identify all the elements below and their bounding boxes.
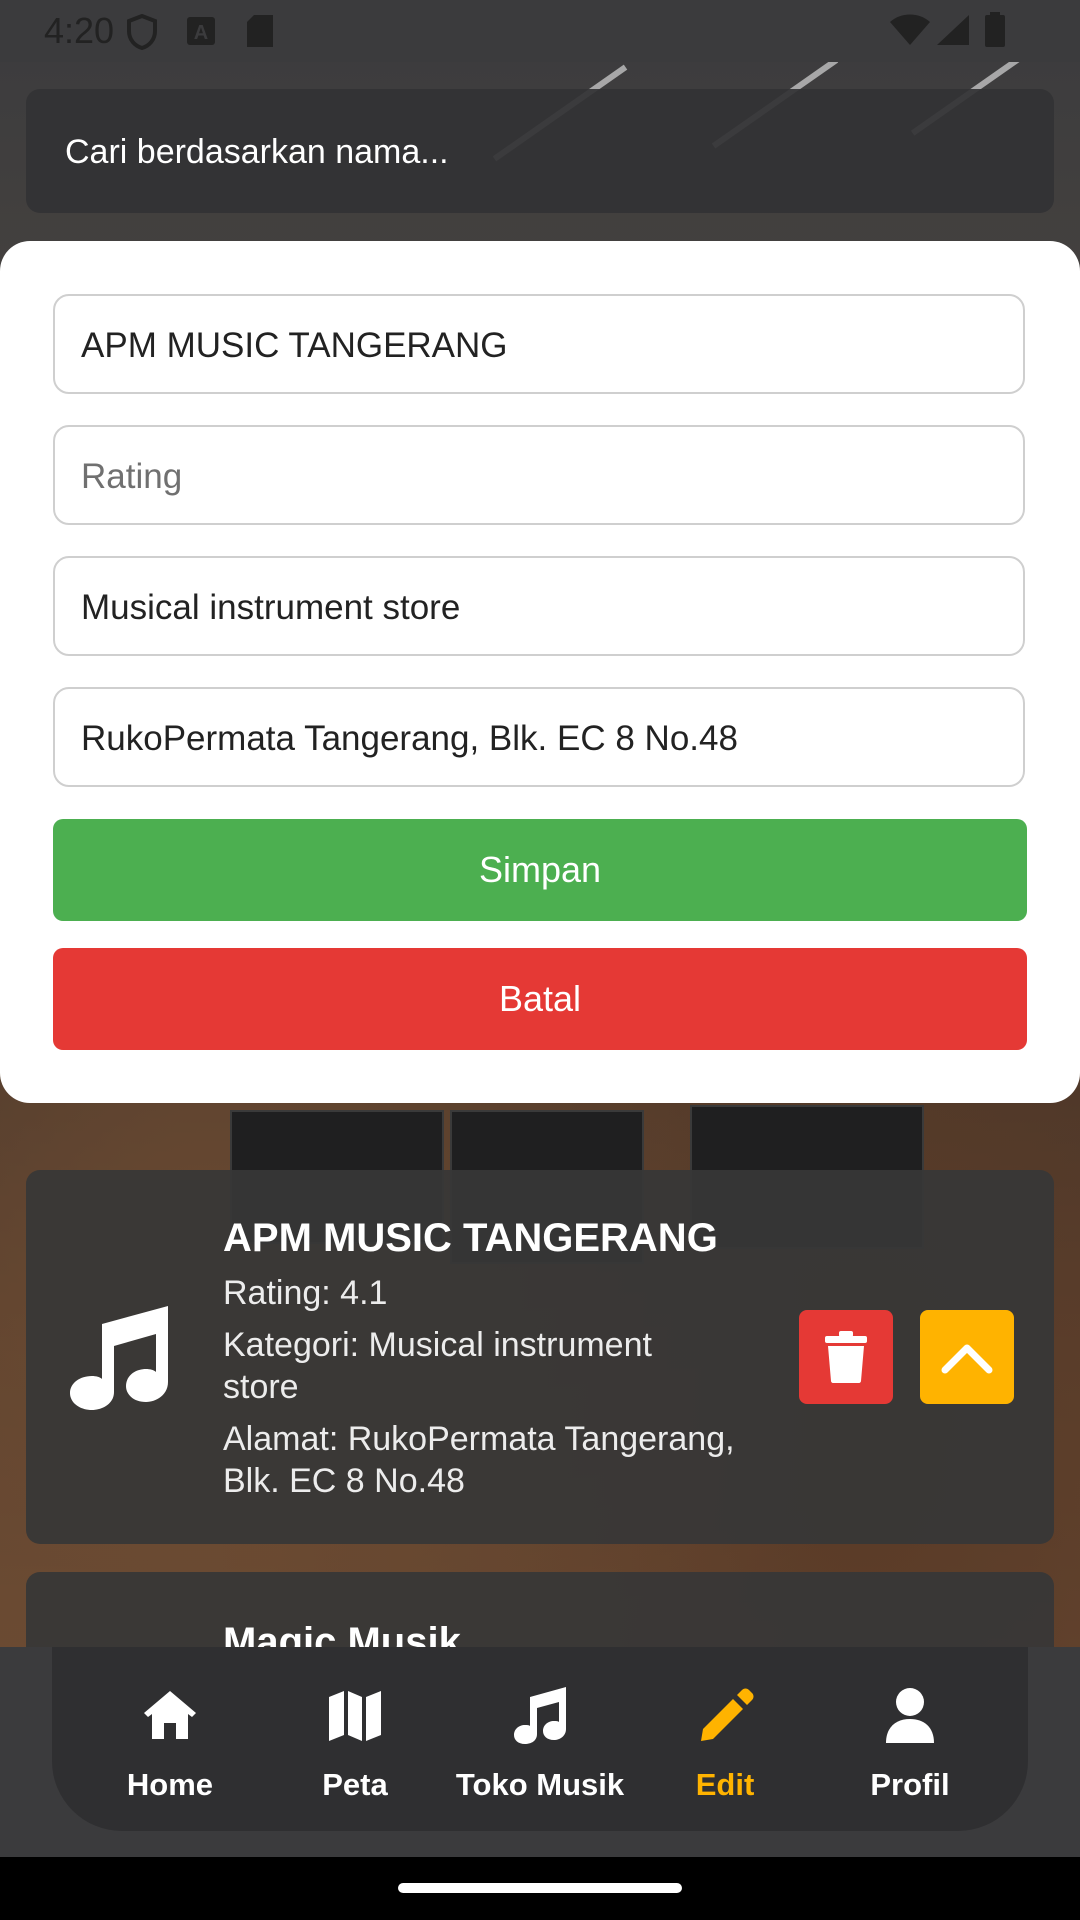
chevron-up-icon — [941, 1344, 993, 1374]
name-input[interactable]: APM MUSIC TANGERANG — [53, 294, 1025, 394]
nav-label-home: Home — [126, 1767, 214, 1802]
nav-label-edit: Edit — [695, 1767, 755, 1802]
pencil-icon — [701, 1688, 754, 1741]
map-icon — [329, 1691, 381, 1741]
store-card[interactable]: APM MUSIC TANGERANG Rating: 4.1 Kategori… — [26, 1170, 1054, 1544]
search-input[interactable]: Cari berdasarkan nama... — [26, 89, 1054, 213]
nav-label-profil: Profil — [870, 1767, 950, 1802]
store-address-line2: Blk. EC 8 No.48 — [223, 1462, 465, 1500]
home-icon — [144, 1691, 196, 1739]
trash-icon — [825, 1331, 867, 1383]
nav-label-toko-musik: Toko Musik — [455, 1767, 625, 1802]
store-address-line1: Alamat: RukoPermata Tangerang, — [223, 1420, 735, 1458]
nav-item-home[interactable]: Home — [80, 1677, 260, 1807]
sd-card-icon — [247, 15, 273, 47]
address-input-value: RukoPermata Tangerang, Blk. EC 8 No.48 — [81, 719, 738, 758]
music-note-icon — [70, 1306, 168, 1410]
bottom-nav: Home Peta Toko Musik Edit Profil — [52, 1647, 1028, 1831]
gesture-bar — [0, 1857, 1080, 1920]
category-input-value: Musical instrument store — [81, 588, 461, 627]
save-button[interactable]: Simpan — [53, 819, 1027, 921]
edit-store-modal: APM MUSIC TANGERANG Rating Musical instr… — [0, 241, 1080, 1103]
shield-icon — [127, 14, 157, 50]
rating-input-placeholder: Rating — [81, 457, 183, 496]
wifi-icon — [890, 14, 930, 45]
home-indicator[interactable] — [398, 1883, 682, 1893]
font-icon: A — [187, 17, 215, 45]
status-time: 4:20 — [44, 10, 115, 51]
delete-button[interactable] — [799, 1310, 893, 1404]
name-input-value: APM MUSIC TANGERANG — [81, 326, 508, 365]
nav-item-profil[interactable]: Profil — [820, 1677, 1000, 1807]
store-category-line2: store — [223, 1368, 299, 1406]
person-icon — [886, 1688, 934, 1743]
status-bar: 4:20 A — [0, 0, 1080, 62]
cancel-button[interactable]: Batal — [53, 948, 1027, 1050]
nav-item-toko-musik[interactable]: Toko Musik — [450, 1677, 630, 1807]
category-input[interactable]: Musical instrument store — [53, 556, 1025, 656]
collapse-button[interactable] — [920, 1310, 1014, 1404]
svg-text:A: A — [194, 22, 208, 44]
store-category-line1: Kategori: Musical instrument — [223, 1326, 652, 1364]
address-input[interactable]: RukoPermata Tangerang, Blk. EC 8 No.48 — [53, 687, 1025, 787]
store-name: APM MUSIC TANGERANG — [223, 1216, 718, 1260]
battery-icon — [985, 12, 1005, 47]
store-rating: Rating: 4.1 — [223, 1274, 388, 1312]
signal-icon — [937, 15, 969, 45]
nav-item-peta[interactable]: Peta — [265, 1677, 445, 1807]
nav-item-edit[interactable]: Edit — [635, 1677, 815, 1807]
music-note-icon — [514, 1687, 566, 1744]
search-placeholder: Cari berdasarkan nama... — [65, 133, 449, 171]
rating-input[interactable]: Rating — [53, 425, 1025, 525]
nav-label-peta: Peta — [322, 1767, 388, 1802]
